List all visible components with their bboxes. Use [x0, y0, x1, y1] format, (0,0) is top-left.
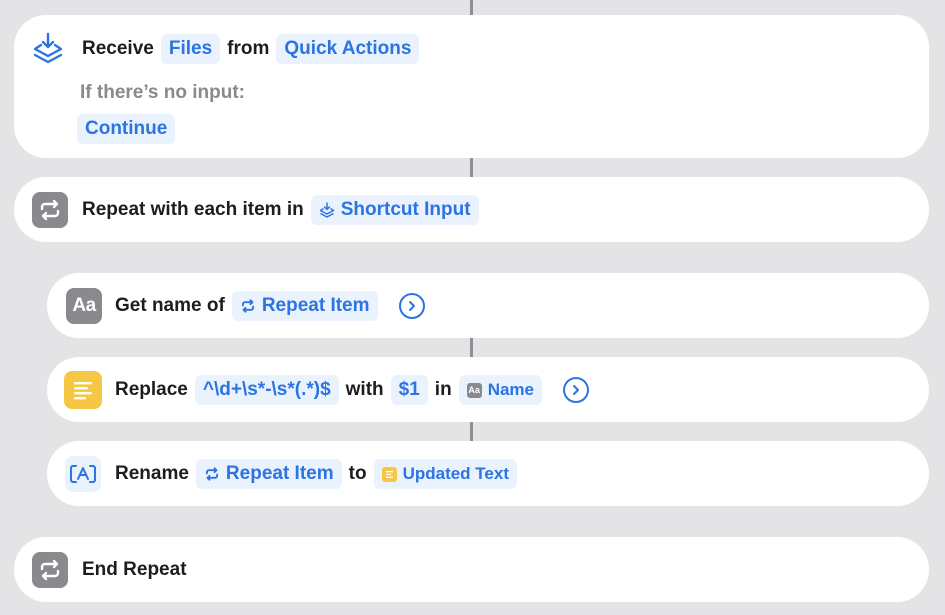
input-type-token[interactable]: Files — [160, 34, 221, 64]
to-label: to — [348, 463, 367, 484]
rename-label: Rename — [115, 463, 189, 484]
end-repeat-action-card[interactable]: End Repeat — [14, 537, 929, 602]
repeat-action-card[interactable]: Repeat with each item in Shortcut Input — [14, 177, 929, 242]
repeat-item-label: Repeat Item — [225, 463, 334, 484]
replacement-token[interactable]: $1 — [390, 375, 428, 405]
pattern-token[interactable]: ^\d+\s*-\s*(.*)$ — [194, 375, 339, 405]
repeat-item-label: Repeat Item — [261, 295, 370, 316]
connector-line-top — [470, 0, 473, 15]
updated-text-label: Updated Text — [402, 464, 509, 483]
connector-line-receive-repeat — [470, 158, 473, 177]
layers-icon — [319, 201, 335, 219]
repeat-label: Repeat with each item in — [82, 199, 304, 220]
replace-action-card[interactable]: Replace ^\d+\s*-\s*(.*)$ with $1 in Aa N… — [47, 357, 929, 422]
repeat-arrows-icon — [204, 467, 220, 481]
text-aa-icon: Aa — [466, 382, 482, 398]
text-aa-icon: Aa — [66, 288, 102, 324]
rename-field-icon — [65, 456, 101, 492]
connector-line-getname-replace — [470, 338, 473, 357]
from-label: from — [227, 38, 270, 59]
shortcut-input-label: Shortcut Input — [340, 199, 471, 220]
no-input-label: If there’s no input: — [80, 82, 246, 103]
layers-download-icon — [30, 31, 66, 67]
receive-action-card[interactable]: Receive Files from Quick Actions If ther… — [14, 15, 929, 158]
receive-label: Receive — [82, 38, 154, 59]
replace-label: Replace — [115, 379, 188, 400]
chevron-right-circle-icon[interactable] — [398, 293, 425, 319]
rename-action-card[interactable]: Rename Repeat Item to Updated Text — [47, 441, 929, 506]
repeat-arrows-icon — [32, 192, 68, 228]
input-source-token[interactable]: Quick Actions — [276, 34, 420, 64]
shortcut-input-token[interactable]: Shortcut Input — [310, 195, 479, 225]
get-name-action-card[interactable]: Aa Get name of Repeat Item — [47, 273, 929, 338]
name-variable-label: Name — [487, 380, 534, 399]
repeat-item-token[interactable]: Repeat Item — [195, 459, 342, 489]
repeat-arrows-icon — [240, 299, 256, 313]
text-aa-icon-glyph: Aa — [72, 295, 96, 316]
name-variable-token[interactable]: Aa Name — [458, 375, 542, 405]
no-input-behavior-token[interactable]: Continue — [77, 114, 176, 144]
chevron-right-circle-icon[interactable] — [563, 377, 589, 403]
connector-line-replace-rename — [470, 422, 473, 441]
text-lines-icon — [64, 371, 102, 409]
end-repeat-label: End Repeat — [82, 559, 187, 580]
with-label: with — [345, 379, 384, 400]
repeat-arrows-icon — [32, 552, 68, 588]
repeat-item-token[interactable]: Repeat Item — [231, 291, 378, 321]
get-name-label: Get name of — [115, 295, 225, 316]
in-label: in — [434, 379, 452, 400]
text-lines-icon — [381, 466, 397, 482]
updated-text-token[interactable]: Updated Text — [373, 459, 517, 489]
